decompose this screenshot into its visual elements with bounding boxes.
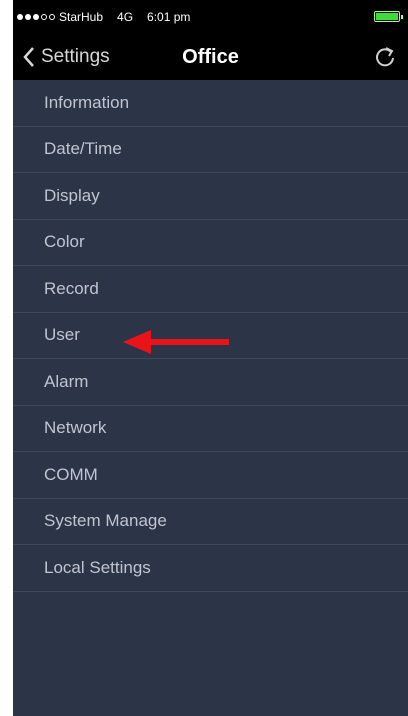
menu-item-local-settings[interactable]: Local Settings bbox=[13, 545, 408, 592]
menu-item-record[interactable]: Record bbox=[13, 266, 408, 313]
signal-dot bbox=[25, 14, 31, 20]
menu-item-information[interactable]: Information bbox=[13, 80, 408, 127]
red-arrow-annotation bbox=[123, 330, 229, 354]
network-type: 4G bbox=[117, 10, 134, 24]
battery-icon bbox=[374, 11, 403, 22]
navigation-bar: Settings Office bbox=[13, 34, 408, 80]
menu-item-label: Date/Time bbox=[44, 139, 122, 159]
menu-item-network[interactable]: Network bbox=[13, 406, 408, 452]
signal-dot bbox=[49, 14, 55, 20]
menu-item-label: System Manage bbox=[44, 511, 167, 531]
signal-dot bbox=[41, 14, 47, 20]
menu-item-color[interactable]: Color bbox=[13, 220, 408, 266]
signal-strength-icon bbox=[17, 14, 55, 20]
menu-item-alarm[interactable]: Alarm bbox=[13, 359, 408, 406]
menu-item-date-time[interactable]: Date/Time bbox=[13, 127, 408, 173]
signal-dot bbox=[17, 14, 23, 20]
signal-dot bbox=[33, 14, 39, 20]
menu-item-display[interactable]: Display bbox=[13, 173, 408, 220]
menu-item-label: Alarm bbox=[44, 371, 89, 391]
menu-item-label: Network bbox=[44, 418, 107, 438]
menu-item-label: Local Settings bbox=[44, 557, 151, 577]
menu-item-label: User bbox=[44, 325, 80, 345]
menu-item-comm[interactable]: COMM bbox=[13, 452, 408, 499]
menu-item-label: Color bbox=[44, 232, 85, 252]
refresh-icon[interactable] bbox=[372, 44, 398, 70]
battery-tip bbox=[401, 15, 403, 19]
status-time: 6:01 pm bbox=[147, 10, 191, 24]
phone-screen: StarHub 4G 6:01 pm Settings Office Infor… bbox=[13, 0, 408, 716]
menu-item-label: Display bbox=[44, 185, 100, 205]
menu-item-label: COMM bbox=[44, 464, 98, 484]
carrier-name: StarHub bbox=[59, 10, 104, 24]
battery-level bbox=[376, 13, 398, 20]
page-title: Office bbox=[182, 46, 239, 68]
status-bar: StarHub 4G 6:01 pm bbox=[13, 0, 408, 34]
menu-item-label: Information bbox=[44, 92, 130, 112]
menu-item-label: Record bbox=[44, 278, 99, 298]
menu-item-system-manage[interactable]: System Manage bbox=[13, 499, 408, 545]
